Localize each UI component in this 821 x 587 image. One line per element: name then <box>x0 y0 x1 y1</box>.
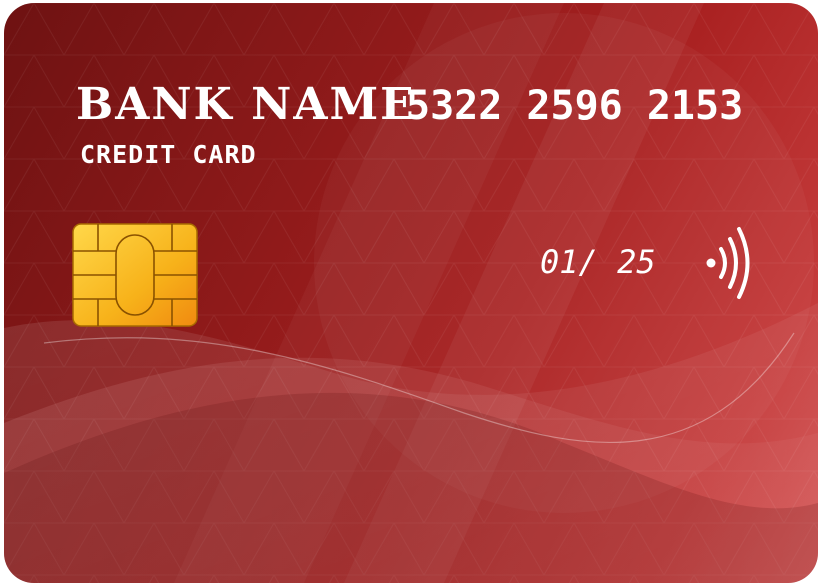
chip-icon <box>72 223 198 327</box>
contactless-icon <box>706 227 750 299</box>
bank-name: BANK NAME <box>76 79 416 130</box>
card-number: 5322 2596 2153 <box>406 83 744 129</box>
credit-card: BANK NAME CREDIT CARD 5322 2596 2153 01/… <box>4 3 818 583</box>
expiry-date: 01/ 25 <box>540 243 656 281</box>
card-type-label: CREDIT CARD <box>80 140 257 169</box>
